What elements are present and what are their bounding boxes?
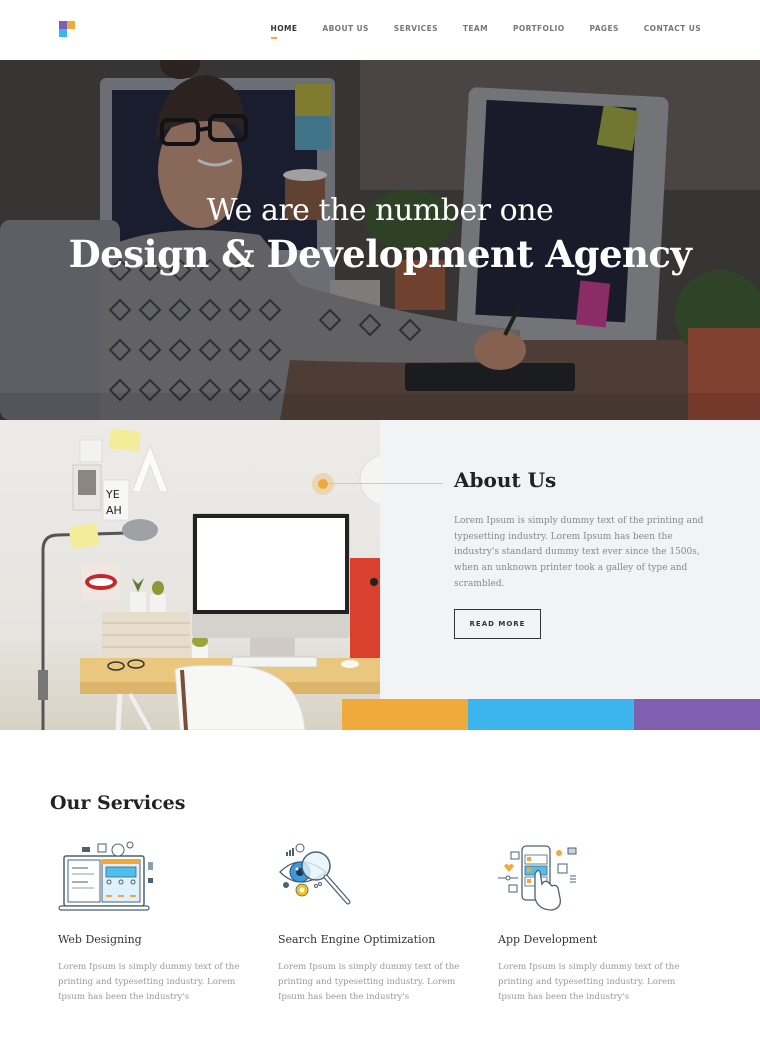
color-bar-orange bbox=[342, 699, 468, 730]
site-header: HOME ABOUT US SERVICES TEAM PORTFOLIO PA… bbox=[0, 0, 760, 60]
service-name: Search Engine Optimization bbox=[278, 933, 436, 946]
app-development-icon bbox=[498, 845, 577, 911]
desk-workspace-illustration: YE AH bbox=[38, 428, 380, 730]
service-description: Lorem Ipsum is simply dummy text of the … bbox=[58, 962, 240, 1002]
seo-icon bbox=[279, 843, 351, 905]
about-text: Lorem Ipsum is simply dummy text of the … bbox=[454, 516, 704, 589]
timeline-dot bbox=[318, 479, 328, 489]
read-more-button[interactable]: READ MORE bbox=[454, 609, 541, 639]
service-description: Lorem Ipsum is simply dummy text of the … bbox=[278, 962, 460, 1002]
color-bar-blue bbox=[468, 699, 634, 730]
hero-banner: We are the number one Design & Developme… bbox=[0, 60, 760, 420]
svg-text:YE: YE bbox=[105, 488, 120, 501]
hero-title: Design & Development Agency bbox=[68, 232, 692, 276]
nav-portfolio[interactable]: PORTFOLIO bbox=[513, 24, 564, 33]
service-card-app-development: App Development Lorem Ipsum is simply du… bbox=[498, 840, 688, 1002]
nav-pages[interactable]: PAGES bbox=[589, 24, 618, 33]
web-design-icon bbox=[58, 841, 153, 911]
timeline-connector-line bbox=[328, 483, 443, 484]
main-nav: HOME ABOUT US SERVICES TEAM PORTFOLIO PA… bbox=[246, 24, 701, 39]
service-description: Lorem Ipsum is simply dummy text of the … bbox=[498, 962, 680, 1002]
logo-square-blue bbox=[59, 29, 67, 37]
nav-home[interactable]: HOME bbox=[270, 24, 298, 39]
svg-text:AH: AH bbox=[106, 504, 122, 517]
nav-contact-us[interactable]: CONTACT US bbox=[644, 24, 701, 33]
brand-logo[interactable] bbox=[59, 21, 75, 37]
service-card-seo: Search Engine Optimization Lorem Ipsum i… bbox=[278, 840, 468, 1002]
service-card-web-designing: Web Designing Lorem Ipsum is simply dumm… bbox=[58, 840, 248, 1002]
logo-square-purple bbox=[59, 21, 67, 29]
nav-team[interactable]: TEAM bbox=[463, 24, 488, 33]
hero-subtitle: We are the number one bbox=[206, 193, 554, 228]
nav-about-us[interactable]: ABOUT US bbox=[322, 24, 368, 33]
service-name: Web Designing bbox=[58, 933, 142, 946]
nav-services[interactable]: SERVICES bbox=[394, 24, 438, 33]
logo-square-orange bbox=[67, 21, 75, 29]
about-photo: YE AH bbox=[0, 420, 380, 730]
color-bar-purple bbox=[634, 699, 760, 730]
about-title: About Us bbox=[454, 468, 557, 492]
services-title: Our Services bbox=[50, 792, 186, 814]
service-name: App Development bbox=[498, 933, 598, 946]
